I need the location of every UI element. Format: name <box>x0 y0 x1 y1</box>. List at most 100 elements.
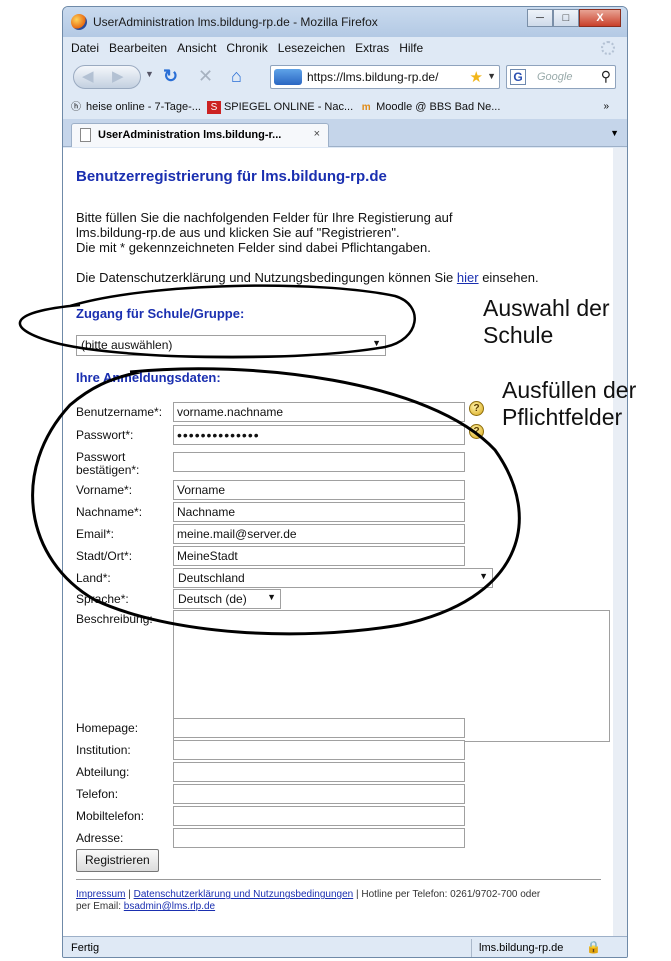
help-icon[interactable]: ? <box>469 401 484 416</box>
minimize-button[interactable]: ─ <box>527 9 553 27</box>
help-icon[interactable]: ? <box>469 424 484 439</box>
home-icon[interactable]: ⌂ <box>231 66 242 86</box>
firstname-field[interactable]: Vorname <box>173 480 465 500</box>
school-selection-annotation: Auswahl der Schule <box>483 295 610 349</box>
footer-separator: | <box>128 889 131 900</box>
back-arrow-icon[interactable]: ◀ <box>82 67 94 85</box>
description-label: Beschreibung: <box>76 612 153 626</box>
maximize-button[interactable]: □ <box>553 9 579 27</box>
annotation-line: Pflichtfelder <box>502 404 623 430</box>
back-forward-buttons[interactable]: ◀ ▶ <box>73 65 141 89</box>
lock-icon[interactable]: 🔒 <box>586 940 601 954</box>
status-domain[interactable]: lms.bildung-rp.de <box>479 942 563 954</box>
city-label: Stadt/Ort*: <box>76 549 133 563</box>
mobile-field[interactable] <box>173 806 465 826</box>
footer-divider <box>76 879 601 880</box>
google-engine-icon[interactable]: G <box>510 69 526 85</box>
homepage-field[interactable] <box>173 718 465 738</box>
tab-title[interactable]: UserAdministration lms.bildung-r... <box>98 129 281 141</box>
url-dropdown-icon[interactable]: ▼ <box>487 71 496 81</box>
tab-useradministration[interactable]: UserAdministration lms.bildung-r... × <box>71 123 329 147</box>
school-select[interactable]: (bitte auswählen) ▼ <box>76 335 386 356</box>
reload-icon[interactable]: ↻ <box>163 66 178 86</box>
intro-line-1: Bitte füllen Sie die nachfolgenden Felde… <box>76 210 453 225</box>
menu-bar: Datei Bearbeiten Ansicht Chronik Lesezei… <box>63 37 627 59</box>
language-select[interactable]: Deutsch (de) ▼ <box>173 589 281 609</box>
moodle-favicon-icon: m <box>361 101 371 113</box>
password-confirm-label-line-2: bestätigen*: <box>76 463 140 477</box>
history-dropdown-icon[interactable]: ▼ <box>145 69 154 79</box>
register-button[interactable]: Registrieren <box>76 849 159 872</box>
bookmarks-overflow-icon[interactable]: » <box>603 101 609 112</box>
city-field[interactable]: MeineStadt <box>173 546 465 566</box>
bookmark-star-icon[interactable]: ★ <box>470 68 483 86</box>
login-data-heading: Ihre Anmeldungsdaten: <box>76 370 221 385</box>
bookmark-moodle[interactable]: m Moodle @ BBS Bad Ne... <box>359 101 501 114</box>
annotation-line: Schule <box>483 322 554 348</box>
email-field[interactable]: meine.mail@server.de <box>173 524 465 544</box>
department-field[interactable] <box>173 762 465 782</box>
privacy-paragraph: Die Datenschutzerklärung und Nutzungsbed… <box>76 270 539 285</box>
country-select[interactable]: Deutschland ▼ <box>173 568 493 588</box>
chevron-down-icon: ▼ <box>372 338 381 348</box>
bookmark-label: Moodle @ BBS Bad Ne... <box>376 101 501 113</box>
bookmark-label: SPIEGEL ONLINE - Nac... <box>223 101 354 113</box>
menu-extras[interactable]: Extras <box>355 41 389 55</box>
bookmark-label: heise online - 7-Tage-... <box>86 101 201 113</box>
language-select-value: Deutsch (de) <box>178 592 247 606</box>
activity-throbber-icon <box>601 41 615 55</box>
password-field[interactable]: •••••••••••••• <box>173 425 465 445</box>
firefox-logo-icon <box>71 14 87 30</box>
menu-bearbeiten[interactable]: Bearbeiten <box>109 41 167 55</box>
url-bar[interactable]: https://lms.bildung-rp.de/ ★ ▼ <box>270 65 500 89</box>
stop-icon[interactable]: ✕ <box>198 66 213 86</box>
search-bar[interactable]: G Google ⚲ <box>506 65 616 89</box>
search-placeholder[interactable]: Google <box>537 71 572 83</box>
address-label: Adresse: <box>76 831 124 845</box>
email-label: Email*: <box>76 527 115 541</box>
search-icon[interactable]: ⚲ <box>601 68 611 85</box>
status-text: Fertig <box>71 942 100 954</box>
menu-hilfe[interactable]: Hilfe <box>399 41 423 55</box>
lastname-field[interactable]: Nachname <box>173 502 465 522</box>
navigation-toolbar: ◀ ▶ ▼ ↻ ✕ ⌂ https://lms.bildung-rp.de/ ★… <box>63 59 627 95</box>
username-field[interactable]: vorname.nachname <box>173 402 465 422</box>
browser-window: UserAdministration lms.bildung-rp.de - M… <box>62 6 628 958</box>
privacy-text: Die Datenschutzerklärung und Nutzungsbed… <box>76 270 454 285</box>
phone-field[interactable] <box>173 784 465 804</box>
footer-privacy-link[interactable]: Datenschutzerklärung und Nutzungsbedingu… <box>134 889 354 900</box>
site-identity-icon[interactable] <box>274 69 302 85</box>
password-confirm-field[interactable] <box>173 452 465 472</box>
menu-lesezeichen[interactable]: Lesezeichen <box>278 41 345 55</box>
tab-list-icon[interactable]: ▼ <box>610 128 619 138</box>
close-window-button[interactable]: X <box>579 9 621 27</box>
footer-hotline: | Hotline per Telefon: 0261/9702-700 ode… <box>356 889 541 900</box>
url-text[interactable]: https://lms.bildung-rp.de/ <box>307 70 438 84</box>
window-controls: ─ □ X <box>527 9 621 27</box>
firstname-label: Vorname*: <box>76 483 133 497</box>
impressum-link[interactable]: Impressum <box>76 889 125 900</box>
institution-field[interactable] <box>173 740 465 760</box>
privacy-here-link[interactable]: hier <box>457 270 479 285</box>
country-select-value: Deutschland <box>178 571 245 585</box>
bookmark-heise[interactable]: ⓗ heise online - 7-Tage-... <box>69 101 201 114</box>
support-email-link[interactable]: bsadmin@lms.rlp.de <box>124 901 215 912</box>
page-content: Benutzerregistrierung für lms.bildung-rp… <box>63 148 627 936</box>
page-title: Benutzerregistrierung für lms.bildung-rp… <box>76 168 387 185</box>
bookmark-spiegel[interactable]: S SPIEGEL ONLINE - Nac... <box>206 100 354 114</box>
forward-arrow-icon[interactable]: ▶ <box>112 67 124 85</box>
page-document-icon <box>80 128 91 142</box>
tab-close-icon[interactable]: × <box>314 128 320 140</box>
address-field[interactable] <box>173 828 465 848</box>
mobile-label: Mobiltelefon: <box>76 809 145 823</box>
menu-ansicht[interactable]: Ansicht <box>177 41 216 55</box>
school-access-heading: Zugang für Schule/Gruppe: <box>76 306 245 321</box>
menu-chronik[interactable]: Chronik <box>226 41 267 55</box>
username-label: Benutzername*: <box>76 405 163 419</box>
department-label: Abteilung: <box>76 765 130 779</box>
menu-datei[interactable]: Datei <box>71 41 99 55</box>
annotation-line: Ausfüllen der <box>502 377 637 403</box>
institution-label: Institution: <box>76 743 131 757</box>
language-label: Sprache*: <box>76 592 129 606</box>
footer: Impressum | Datenschutzerklärung und Nut… <box>76 889 601 913</box>
